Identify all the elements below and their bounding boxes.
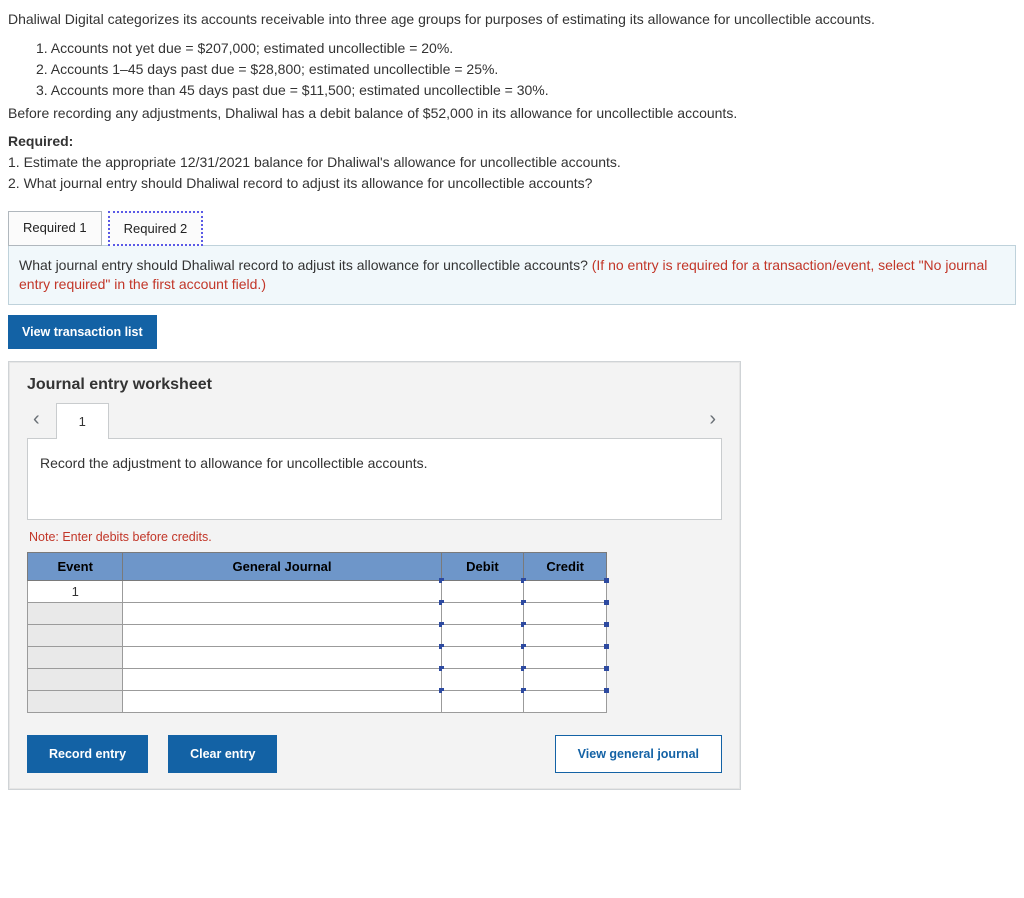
spacer [297,735,534,773]
required-label: Required: [8,132,1016,151]
cell-handle-icon [604,578,609,583]
table-header-row: Event General Journal Debit Credit [28,552,607,580]
requirement-2: 2. What journal entry should Dhaliwal re… [8,174,1016,193]
requirement-tabs: Required 1 Required 2 [8,211,1016,246]
clear-entry-button[interactable]: Clear entry [168,735,277,773]
record-entry-button[interactable]: Record entry [27,735,148,773]
note-debits-before-credits: Note: Enter debits before credits. [29,530,722,544]
cell-handle-icon [604,622,609,627]
cell-handle-icon [604,666,609,671]
view-transaction-list-button[interactable]: View transaction list [8,315,157,349]
table-row [28,602,607,624]
cell-account[interactable] [123,646,441,668]
problem-statement: Dhaliwal Digital categorizes its account… [8,10,1016,193]
cell-credit[interactable] [524,690,607,712]
worksheet-title: Journal entry worksheet [27,372,722,398]
table-row [28,624,607,646]
cell-event-blank [28,668,123,690]
context-paragraph: Before recording any adjustments, Dhaliw… [8,104,1016,123]
cell-event-blank [28,690,123,712]
chevron-right-icon[interactable]: › [703,404,722,435]
chevron-left-icon[interactable]: ‹ [27,404,46,435]
cell-event-1: 1 [28,580,123,602]
intro-paragraph: Dhaliwal Digital categorizes its account… [8,10,1016,29]
worksheet-nav: ‹ 1 › [27,402,722,438]
cell-credit[interactable] [524,624,607,646]
cell-account[interactable] [123,602,441,624]
col-event: Event [28,552,123,580]
cell-account[interactable] [123,690,441,712]
cell-event-blank [28,624,123,646]
table-row [28,646,607,668]
table-row: 1 [28,580,607,602]
required-block: Required: 1. Estimate the appropriate 12… [8,132,1016,193]
journal-table: Event General Journal Debit Credit 1 [27,552,607,713]
cell-handle-icon [604,688,609,693]
cell-debit-1[interactable] [441,580,524,602]
age-group-3: 3. Accounts more than 45 days past due =… [36,81,1016,100]
cell-handle-icon [604,644,609,649]
tab-required-2[interactable]: Required 2 [108,211,204,246]
cell-debit[interactable] [441,624,524,646]
tab-required-1[interactable]: Required 1 [8,211,102,246]
cell-debit[interactable] [441,602,524,624]
cell-account[interactable] [123,624,441,646]
age-group-2: 2. Accounts 1–45 days past due = $28,800… [36,60,1016,79]
cell-event-blank [28,646,123,668]
cell-credit-1[interactable] [524,580,607,602]
cell-event-blank [28,602,123,624]
table-row [28,690,607,712]
cell-debit[interactable] [441,690,524,712]
col-general-journal: General Journal [123,552,441,580]
cell-debit[interactable] [441,646,524,668]
table-row [28,668,607,690]
worksheet-button-row: Record entry Clear entry View general jo… [27,735,722,773]
requirement-1: 1. Estimate the appropriate 12/31/2021 b… [8,153,1016,172]
cell-credit[interactable] [524,602,607,624]
age-group-list: 1. Accounts not yet due = $207,000; esti… [8,39,1016,100]
age-group-1: 1. Accounts not yet due = $207,000; esti… [36,39,1016,58]
col-debit: Debit [441,552,524,580]
cell-credit[interactable] [524,646,607,668]
cell-account[interactable] [123,668,441,690]
cell-handle-icon [604,600,609,605]
cell-debit[interactable] [441,668,524,690]
cell-account-1[interactable] [123,580,441,602]
prompt-main: What journal entry should Dhaliwal recor… [19,257,592,273]
view-general-journal-button[interactable]: View general journal [555,735,722,773]
cell-credit[interactable] [524,668,607,690]
col-credit: Credit [524,552,607,580]
question-prompt: What journal entry should Dhaliwal recor… [8,245,1016,305]
worksheet-instruction: Record the adjustment to allowance for u… [27,438,722,520]
worksheet-page-tab[interactable]: 1 [56,403,109,439]
journal-worksheet-panel: Journal entry worksheet ‹ 1 › Record the… [8,361,741,790]
